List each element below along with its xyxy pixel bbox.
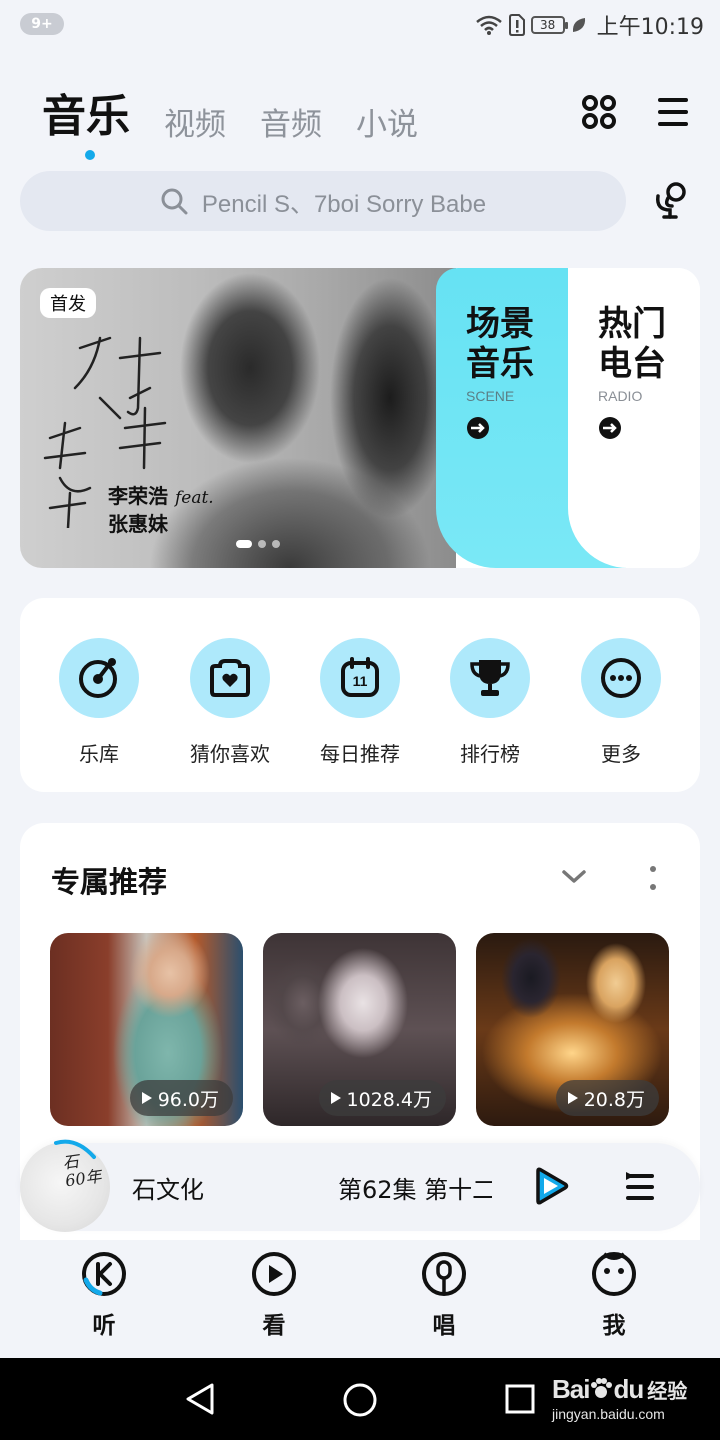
menu-icon[interactable] <box>655 94 691 130</box>
watermark-cn: 经验 <box>647 1379 688 1403</box>
more-vertical-icon[interactable] <box>646 863 660 893</box>
quick-item-charts[interactable]: 排行榜 <box>425 638 555 767</box>
play-icon <box>567 1092 578 1104</box>
carousel-dot <box>272 540 280 548</box>
tab-video[interactable]: 视频 <box>164 99 226 144</box>
tab-music[interactable]: 音乐 <box>42 80 130 160</box>
nav-label: 唱 <box>432 1313 456 1339</box>
banner-carousel[interactable]: 首发 李荣浩 feat. 张惠妹 场景 音乐 SCENE 热门 电台 RADIO <box>20 268 700 568</box>
section-title: 专属推荐 <box>51 865 168 899</box>
wifi-icon <box>475 15 502 35</box>
radio-subtitle: RADIO <box>598 388 643 404</box>
calendar-icon: 11 <box>341 657 379 697</box>
quick-item-label: 每日推荐 <box>320 742 400 766</box>
chevron-down-icon[interactable] <box>560 867 588 887</box>
quick-item-label: 猜你喜欢 <box>190 742 270 766</box>
me-icon <box>592 1252 636 1296</box>
playlist-card[interactable]: 20.8万 <box>476 933 669 1126</box>
search-placeholder: Pencil S、7boi Sorry Babe <box>201 190 487 218</box>
sing-icon <box>422 1252 466 1296</box>
music-disc-icon <box>79 658 117 698</box>
quick-item-label: 更多 <box>601 742 641 766</box>
player-artist: 石文化 <box>132 1176 204 1204</box>
carousel-dots <box>236 540 280 548</box>
quick-item-more[interactable]: 更多 <box>556 638 686 767</box>
watermark-logo: Bai du <box>552 1374 644 1404</box>
trophy-icon <box>470 660 510 696</box>
watch-icon <box>252 1252 296 1296</box>
quick-item-label: 排行榜 <box>460 742 520 766</box>
sim-alert-icon <box>508 14 525 36</box>
radio-title[interactable]: 热门 电台 <box>598 304 666 384</box>
watermark-url: jingyan.baidu.com <box>552 1406 665 1422</box>
top-tabs: 音乐 视频 音频 小说 <box>42 80 418 160</box>
nav-label: 我 <box>602 1313 626 1339</box>
play-icon[interactable] <box>530 1166 570 1206</box>
playlist-card[interactable]: 1028.4万 <box>263 933 456 1126</box>
status-icons: 38 上午10:19 <box>475 10 704 40</box>
nav-sing[interactable]: 唱 <box>384 1250 504 1340</box>
play-count-pill: 96.0万 <box>129 1080 233 1116</box>
nav-me[interactable]: 我 <box>554 1250 674 1340</box>
artist-line-1: 李荣浩 feat. <box>108 484 214 508</box>
quick-item-library[interactable]: 乐库 <box>34 638 164 767</box>
play-icon <box>141 1092 152 1104</box>
quick-menu: 乐库 猜你喜欢 11 每日推荐 排行榜 更多 <box>20 598 700 792</box>
playlist-card[interactable]: 96.0万 <box>50 933 243 1126</box>
artist-line-2: 张惠妹 <box>108 512 168 536</box>
battery-indicator: 38 <box>530 16 568 34</box>
nav-watch[interactable]: 看 <box>214 1250 334 1340</box>
search-bar[interactable]: Pencil S、7boi Sorry Babe <box>20 171 626 231</box>
tab-novel[interactable]: 小说 <box>356 99 418 144</box>
clock: 上午10:19 <box>596 15 704 40</box>
premiere-badge: 首发 <box>40 288 96 318</box>
nav-label: 听 <box>92 1313 116 1339</box>
sing-mic-icon[interactable] <box>652 180 692 220</box>
quick-item-guess[interactable]: 猜你喜欢 <box>165 638 295 767</box>
paw-icon <box>591 1378 613 1398</box>
home-icon[interactable] <box>342 1382 378 1418</box>
listen-icon <box>82 1252 126 1296</box>
nav-listen[interactable]: 听 <box>44 1250 164 1340</box>
play-icon <box>330 1092 341 1104</box>
notification-badge: 9+ <box>20 13 64 35</box>
system-nav-bar: Bai du 经验 jingyan.baidu.com <box>0 1358 720 1440</box>
baidu-watermark: Bai du 经验 jingyan.baidu.com <box>552 1374 688 1422</box>
quick-item-daily[interactable]: 11 每日推荐 <box>295 638 425 767</box>
scene-arrow-icon[interactable] <box>466 416 490 440</box>
scene-title[interactable]: 场景 音乐 <box>466 304 534 384</box>
back-icon[interactable] <box>184 1382 216 1416</box>
recents-icon[interactable] <box>505 1384 535 1414</box>
leaf-icon <box>572 18 585 32</box>
calendar-day: 11 <box>353 673 368 689</box>
playlist-icon[interactable] <box>624 1170 656 1204</box>
carousel-dot <box>236 540 252 548</box>
play-count-pill: 1028.4万 <box>318 1080 446 1116</box>
player-title: 第62集 第十二 <box>338 1176 492 1204</box>
progress-arc <box>54 1139 96 1159</box>
tab-audio[interactable]: 音频 <box>260 99 322 144</box>
more-dots-icon <box>601 658 641 698</box>
search-icon <box>161 188 188 215</box>
status-bar: 9+ 38 上午10:19 <box>0 0 720 50</box>
bottom-nav: 听 看 唱 我 <box>0 1240 720 1358</box>
apps-grid-icon[interactable] <box>581 94 617 130</box>
play-count-pill: 20.8万 <box>555 1080 659 1116</box>
carousel-dot <box>258 540 266 548</box>
quick-item-label: 乐库 <box>79 742 119 766</box>
radio-arrow-icon[interactable] <box>598 416 622 440</box>
nav-label: 看 <box>262 1313 286 1339</box>
heart-bag-icon <box>210 659 250 697</box>
scene-subtitle: SCENE <box>466 388 515 404</box>
